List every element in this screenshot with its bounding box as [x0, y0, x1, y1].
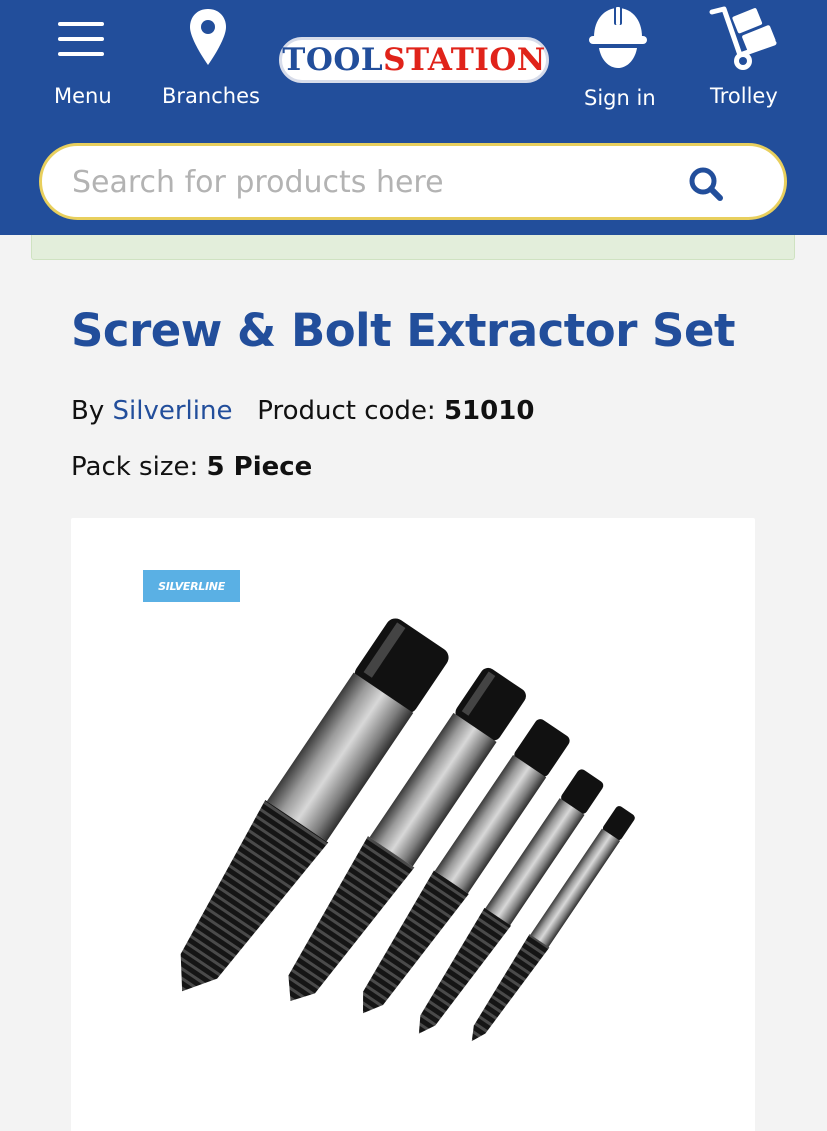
product-code-value: 51010	[443, 396, 535, 426]
notice-banner	[31, 235, 795, 260]
branches-button[interactable]: Branches	[160, 0, 260, 125]
sign-in-button[interactable]: Sign in	[580, 0, 656, 125]
product-meta-line: By Silverline Product code: 51010	[71, 396, 534, 426]
brand-link[interactable]: Silverline	[113, 396, 233, 426]
pack-size-label: Pack size:	[71, 452, 199, 482]
hand-truck-icon	[709, 6, 777, 70]
map-pin-icon	[190, 9, 226, 65]
product-image	[180, 618, 635, 1042]
hard-hat-icon	[589, 5, 647, 68]
site-header: Menu Branches TOOL STATION Sign in Troll…	[0, 0, 827, 235]
product-title: Screw & Bolt Extractor Set	[71, 304, 736, 357]
trolley-button[interactable]: Trolley	[706, 0, 782, 125]
pack-size-value: 5 Piece	[206, 452, 313, 482]
logo-text-station: STATION	[383, 42, 546, 78]
product-image-card[interactable]: SILVERLINE	[71, 518, 755, 1131]
search-icon[interactable]	[686, 164, 726, 204]
sign-in-label: Sign in	[584, 86, 656, 110]
menu-button[interactable]: Menu	[40, 0, 124, 125]
logo-text-tool: TOOL	[282, 42, 384, 78]
hamburger-icon	[58, 22, 104, 56]
trolley-label: Trolley	[710, 84, 778, 108]
search-input[interactable]	[72, 160, 672, 204]
by-label: By	[71, 396, 105, 426]
menu-label: Menu	[54, 84, 112, 108]
pack-size-line: Pack size: 5 Piece	[71, 452, 312, 482]
product-code-label: Product code:	[257, 396, 436, 426]
toolstation-logo[interactable]: TOOL STATION	[279, 37, 549, 83]
branches-label: Branches	[162, 84, 260, 108]
search-bar	[39, 143, 787, 220]
